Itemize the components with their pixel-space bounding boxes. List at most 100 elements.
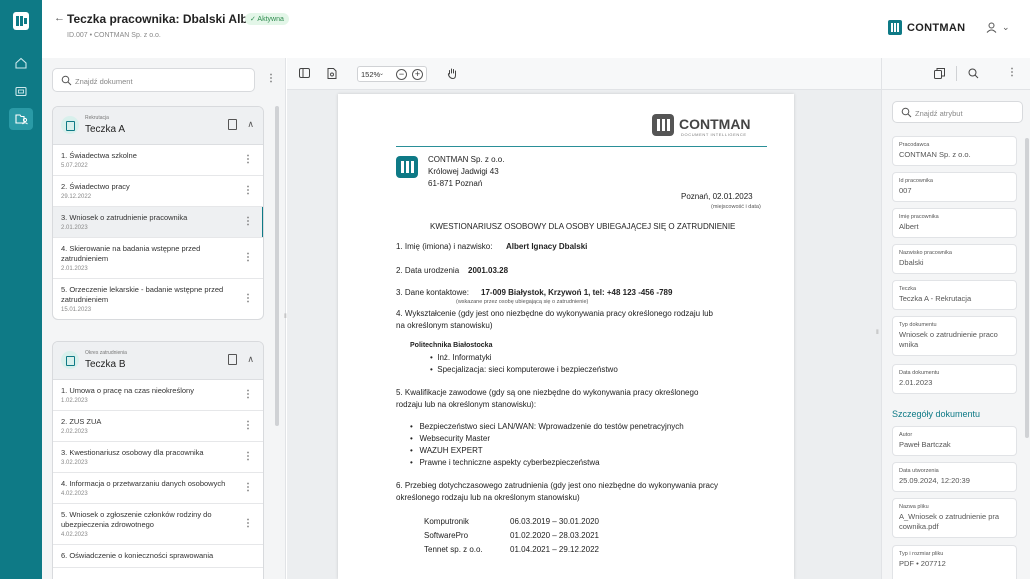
document-view-icon[interactable] [327,68,337,81]
attribute-card[interactable]: Teczka Teczka A - Rekrutacja [892,280,1017,310]
item-menu-icon[interactable]: ⋮ [243,185,253,196]
attributes-toolbar: ⋮ [882,58,1030,90]
document-item-selected[interactable]: 3. Wniosek o zatrudnienie pracownika 2.0… [53,207,263,238]
documents-panel: Znajdź dokument ⋮ Rekrutacja Teczka A ∧ … [42,58,286,579]
user-menu-chevron-icon[interactable]: ⌄ [1002,22,1010,33]
attribute-card[interactable]: Id pracownika 007 [892,172,1017,202]
folder-group-b: Okres zatrudnienia Teczka B ∧ 1. Umowa o… [52,341,264,579]
back-arrow-icon[interactable]: ← [54,12,65,24]
document-title: 4. Skierowanie na badania wstępne przed … [61,244,201,263]
attribute-card[interactable]: Typ dokumentu Wniosek o zatrudnienie pra… [892,316,1017,356]
folder-header[interactable]: Okres zatrudnienia Teczka B ∧ [53,342,263,380]
document-date: 5.07.2022 [61,163,88,169]
employment-company: Komputronik [424,517,469,526]
app-logo[interactable] [13,12,29,30]
page-header: ← Teczka pracownika: Dbalski Albert ✓ Ak… [42,0,1030,58]
item-menu-icon[interactable]: ⋮ [243,420,253,431]
q3-label: 3. Dane kontaktowe: [396,288,469,297]
panel-menu-icon[interactable]: ⋮ [266,73,276,84]
folder-name: Teczka A [85,124,126,135]
folder-nav-icon[interactable] [9,80,33,102]
document-date: 2.01.2023 [61,266,88,272]
document-title: 4. Informacja o przetwarzaniu danych oso… [61,479,226,488]
document-item[interactable]: 5. Orzeczenie lekarskie - badanie wstępn… [53,279,263,319]
panel-menu-icon[interactable]: ⋮ [1007,67,1017,78]
scrollbar[interactable] [275,106,279,426]
item-menu-icon[interactable]: ⋮ [243,154,253,165]
employment-period: 06.03.2019 – 30.01.2020 [510,517,599,526]
attribute-card[interactable]: Nazwisko pracownika Dbalski [892,244,1017,274]
details-section-title: Szczegóły dokumentu [892,409,981,419]
qualification-text: WAZUH EXPERT [419,446,483,455]
attribute-card[interactable]: Imię pracownika Albert [892,208,1017,238]
item-menu-icon[interactable]: ⋮ [243,451,253,462]
document-title: 3. Wniosek o zatrudnienie pracownika [61,213,188,222]
chevron-up-icon[interactable]: ∧ [247,354,254,365]
q2-label: 2. Data urodzenia [396,266,460,275]
document-item[interactable]: 1. Świadectwa szkolne 5.07.2022 ⋮ [53,145,263,176]
document-item[interactable]: 2. Świadectwo pracy 29.12.2022 ⋮ [53,176,263,207]
attribute-label: Pracodawca [899,142,930,148]
viewer-toolbar: 152% ⌄ − + [287,58,881,90]
attribute-search-input[interactable]: Znajdź atrybut [892,101,1023,123]
detail-value: PDF • 207712 [899,559,946,568]
zoom-control: 152% ⌄ − + [357,66,427,82]
scrollbar[interactable] [1025,138,1029,438]
document-item[interactable]: 6. Oświadczenie o konieczności sprawowan… [53,545,263,568]
document-title: 3. Kwestionariusz osobowy dla pracownika [61,448,204,457]
school-item-text: Specjalizacja: sieci komputerowe i bezpi… [437,365,618,374]
attribute-card[interactable]: Data dokumentu 2.01.2023 [892,364,1017,394]
document-logo-subtitle: DOCUMENT INTELLIGENCE [681,132,747,137]
sender-name: CONTMAN Sp. z o.o. [428,155,505,164]
panel-resize-handle[interactable]: ⦀ [876,330,879,337]
document-logo-text: CONTMAN [679,116,751,132]
document-item[interactable]: 4. Skierowanie na badania wstępne przed … [53,238,263,279]
attribute-label: Nazwisko pracownika [899,250,952,256]
detail-card[interactable]: Autor Paweł Bartczak [892,426,1017,456]
sidebar-toggle-icon[interactable] [299,68,310,80]
add-document-icon[interactable] [228,354,237,365]
detail-card[interactable]: Data utworzenia 25.09.2024, 12:20:39 [892,462,1017,492]
item-menu-icon[interactable]: ⋮ [243,482,253,493]
attribute-value: Dbalski [899,258,924,267]
detail-card[interactable]: Nazwa pliku A_Wniosek o zatrudnienie pra… [892,498,1017,538]
item-menu-icon[interactable]: ⋮ [243,518,253,529]
chevron-up-icon[interactable]: ∧ [247,119,254,130]
home-nav-icon[interactable] [9,52,33,74]
item-menu-icon[interactable]: ⋮ [243,389,253,400]
detail-label: Nazwa pliku [899,504,929,510]
brand-logo-icon [888,20,902,35]
document-date: 2.01.2023 [61,225,88,231]
item-menu-icon[interactable]: ⋮ [243,252,253,263]
employee-files-nav-icon[interactable] [9,108,33,130]
q2-value: 2001.03.28 [468,266,509,275]
zoom-out-button[interactable]: − [396,69,407,80]
detail-card[interactable]: Typ i rozmiar pliku PDF • 207712 [892,545,1017,579]
document-title: 1. Umowa o pracę na czas nieokreślony [61,386,194,395]
attribute-card[interactable]: Pracodawca CONTMAN Sp. z o.o. [892,136,1017,166]
document-search-input[interactable]: Znajdź dokument [52,68,255,92]
school-item: • Specjalizacja: sieci komputerowe i bez… [430,365,618,374]
detail-value: Paweł Bartczak [899,440,951,449]
document-date: 1.02.2023 [61,398,88,404]
document-item[interactable]: 1. Umowa o pracę na czas nieokreślony 1.… [53,380,263,411]
document-title: 2. ZUS ZUA [61,417,102,426]
zoom-in-button[interactable]: + [412,69,423,80]
search-attributes-icon[interactable] [968,68,979,81]
item-menu-icon[interactable]: ⋮ [243,216,253,227]
attribute-value: Teczka A - Rekrutacja [899,294,972,303]
item-menu-icon[interactable]: ⋮ [243,293,253,304]
document-item[interactable]: 4. Informacja o przetwarzaniu danych oso… [53,473,263,504]
folder-header[interactable]: Rekrutacja Teczka A ∧ [53,107,263,145]
zoom-chevron-icon[interactable]: ⌄ [379,70,384,77]
document-item[interactable]: 5. Wniosek o zgłoszenie członków rodziny… [53,504,263,545]
hand-tool-icon[interactable] [447,68,457,81]
add-document-icon[interactable] [228,119,237,130]
zoom-level-select[interactable]: 152% [361,70,380,79]
copy-icon[interactable] [934,68,945,81]
qualification-text: Prawne i techniczne aspekty cyberbezpiec… [419,458,600,467]
document-item[interactable]: 3. Kwestionariusz osobowy dla pracownika… [53,442,263,473]
user-icon[interactable] [986,22,997,35]
detail-value: A_Wniosek o zatrudnienie pra cownika.pdf [899,512,1000,531]
document-item[interactable]: 2. ZUS ZUA 2.02.2023 ⋮ [53,411,263,442]
